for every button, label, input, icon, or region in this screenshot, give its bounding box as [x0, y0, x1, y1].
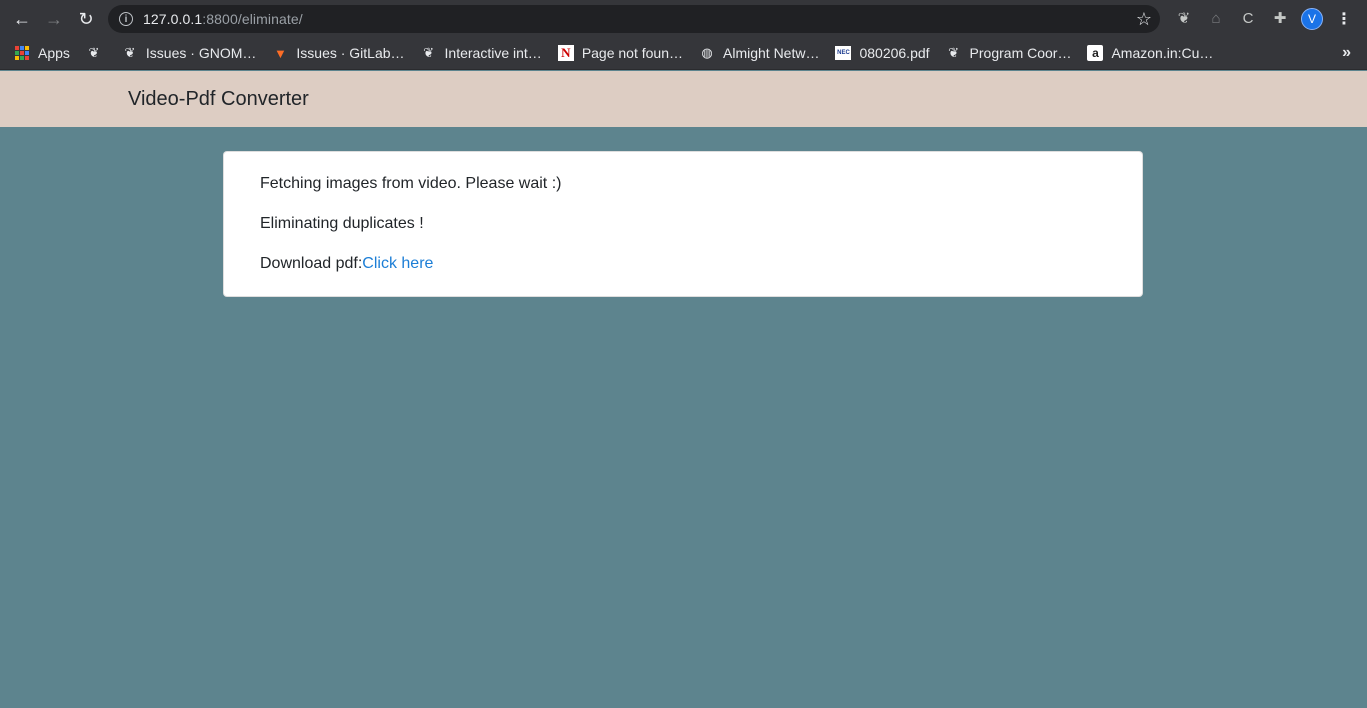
- bookmark-gnome[interactable]: ❦: [86, 39, 118, 67]
- site-navbar: Video-Pdf Converter: [0, 71, 1367, 127]
- bookmark-page-not-found[interactable]: N Page not foun…: [557, 39, 691, 67]
- bookmark-interactive[interactable]: ❦ Interactive int…: [421, 39, 550, 67]
- bookmarks-bar: Apps ❦ ❦ Issues · GNOM… ▼ Issues · GitLa…: [0, 37, 1367, 70]
- bookmark-issues-gnome[interactable]: ❦ Issues · GNOM…: [122, 39, 264, 67]
- bookmark-almight[interactable]: ◍ Almight Netw…: [699, 39, 827, 67]
- reload-icon[interactable]: ↻: [70, 3, 102, 35]
- status-eliminating: Eliminating duplicates !: [260, 215, 424, 232]
- gnome-foot-icon: ❦: [124, 45, 136, 60]
- back-arrow-icon[interactable]: ←: [6, 3, 38, 35]
- bookmarks-overflow-button[interactable]: »: [1342, 44, 1351, 62]
- status-card: Fetching images from video. Please wait …: [223, 151, 1143, 297]
- amazon-icon: a: [1087, 45, 1104, 61]
- extension-c-icon[interactable]: C: [1238, 8, 1258, 28]
- address-bar[interactable]: i 127.0.0.1:8800/eliminate/ ☆: [108, 5, 1160, 33]
- nec-logo-icon: NEC: [835, 45, 852, 61]
- apps-grid-icon: [14, 45, 30, 61]
- download-link[interactable]: Click here: [362, 255, 433, 272]
- gnome-foot-icon: ❦: [423, 45, 434, 60]
- download-row: Download pdf:Click here: [260, 255, 1106, 273]
- bookmark-issues-gitlab[interactable]: ▼ Issues · GitLab…: [272, 39, 412, 67]
- browser-toolbar: ← → ↻ i 127.0.0.1:8800/eliminate/ ☆ ❦ ⌂ …: [0, 0, 1367, 37]
- bookmark-amazon[interactable]: a Amazon.in:Cu…: [1087, 39, 1221, 67]
- profile-avatar[interactable]: V: [1301, 8, 1323, 30]
- bookmark-program-coor[interactable]: ❦ Program Coor…: [946, 39, 1080, 67]
- gnome-foot-icon: ❦: [88, 45, 100, 60]
- gnome-foot-icon: ❦: [948, 45, 959, 60]
- kebab-menu-icon[interactable]: ⋮: [1336, 8, 1352, 30]
- forward-arrow-icon[interactable]: →: [38, 3, 70, 35]
- gitlab-icon: ▼: [273, 45, 287, 61]
- star-icon[interactable]: ☆: [1136, 9, 1152, 29]
- info-icon[interactable]: i: [119, 12, 133, 26]
- n-logo-icon: N: [557, 45, 574, 61]
- bookmark-apps[interactable]: Apps: [14, 39, 78, 67]
- globe-icon: ◍: [701, 45, 713, 60]
- bookmark-pdf[interactable]: NEC 080206.pdf: [835, 39, 937, 67]
- download-label: Download pdf:: [260, 255, 363, 272]
- gnome-foot-icon[interactable]: ❦: [1174, 8, 1194, 28]
- url-text[interactable]: 127.0.0.1:8800/eliminate/: [143, 11, 303, 27]
- puzzle-icon[interactable]: ✚: [1270, 8, 1290, 28]
- brand-title[interactable]: Video-Pdf Converter: [128, 88, 309, 111]
- extension-robot-icon[interactable]: ⌂: [1206, 8, 1226, 28]
- status-fetching: Fetching images from video. Please wait …: [260, 175, 562, 192]
